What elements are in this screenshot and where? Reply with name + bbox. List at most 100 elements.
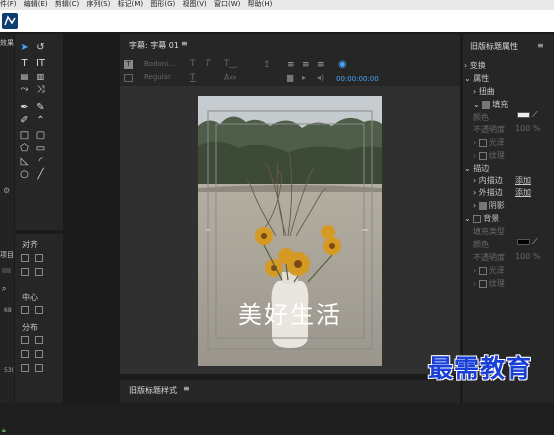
texture-checkbox[interactable] xyxy=(478,151,487,160)
fill-opacity-value[interactable]: 100 % xyxy=(515,124,540,133)
transform-row[interactable]: › 变换 xyxy=(464,60,486,71)
title-templates-icon[interactable] xyxy=(124,74,133,82)
play-icon[interactable]: ▸ xyxy=(302,73,306,82)
caption-text[interactable]: 美好生活 xyxy=(198,298,382,332)
menu-window[interactable]: 窗口(W) xyxy=(214,0,240,8)
rectangle-tool-icon[interactable]: □ xyxy=(19,130,30,141)
font-style-select[interactable]: Regular xyxy=(144,73,184,83)
bg-texture-row[interactable]: › 纹理 xyxy=(473,278,505,289)
effects-tab[interactable]: 效果 xyxy=(0,38,14,48)
align-text-center-icon[interactable]: ≡ xyxy=(302,60,310,70)
eyedropper-icon[interactable]: ⟋ xyxy=(532,237,538,247)
selection-tool-icon[interactable]: ➤ xyxy=(19,42,30,53)
search-icon[interactable]: ⌕ xyxy=(2,284,6,294)
center-vertical-icon[interactable] xyxy=(35,306,43,314)
center-horizontal-icon[interactable] xyxy=(21,306,29,314)
thumbnail-icon xyxy=(2,268,11,273)
inner-stroke-add[interactable]: 添加 xyxy=(515,175,531,186)
distribute-top-icon[interactable] xyxy=(35,350,43,358)
distort-row[interactable]: › 扭曲 xyxy=(473,86,495,97)
title-styles-tab[interactable]: 旧版标题样式 xyxy=(129,385,177,396)
font-size-icon[interactable]: T‿ xyxy=(224,59,237,69)
shadow-row[interactable]: › 阴影 xyxy=(473,200,505,211)
bg-sheen-row[interactable]: › 光泽 xyxy=(473,265,505,276)
align-bottom-icon[interactable] xyxy=(35,268,43,276)
menu-marker[interactable]: 标记(M) xyxy=(118,0,144,8)
underline-icon[interactable]: T xyxy=(190,73,196,83)
background-color-swatch[interactable] xyxy=(517,239,530,245)
shadow-checkbox[interactable] xyxy=(478,201,487,210)
strokes-row[interactable]: ⌄ 描边 xyxy=(464,163,489,174)
tab-stops-icon[interactable]: ▆ xyxy=(287,73,293,82)
type-tool-icon[interactable]: T xyxy=(19,58,30,69)
fill-color-swatch[interactable] xyxy=(517,112,530,118)
menu-sequence[interactable]: 序列(S) xyxy=(86,0,110,8)
project-value-1: 68 xyxy=(4,307,12,314)
properties-menu-icon[interactable]: ≡ xyxy=(537,41,544,50)
bg-texture-checkbox[interactable] xyxy=(478,279,487,288)
pen-tool-icon[interactable]: ✒ xyxy=(19,102,30,113)
project-tab[interactable]: 项目 xyxy=(0,250,14,260)
align-left-icon[interactable] xyxy=(21,254,29,262)
menu-graphics[interactable]: 图形(G) xyxy=(150,0,175,8)
show-video-icon[interactable]: ◉ xyxy=(338,59,347,70)
bold-icon[interactable]: T xyxy=(190,59,196,69)
timecode[interactable]: 00:00:00:00 xyxy=(336,75,379,83)
title-panel-header: 字幕: 字幕 01 ≡ xyxy=(120,34,460,54)
fill-checkbox[interactable] xyxy=(482,100,491,109)
italic-icon[interactable]: T xyxy=(205,59,211,69)
distribute-bottom-icon[interactable] xyxy=(35,364,43,372)
vertical-area-type-tool-icon[interactable]: ▥ xyxy=(35,71,46,82)
background-opacity-value[interactable]: 100 % xyxy=(515,252,540,261)
arc-tool-icon[interactable]: ◜ xyxy=(35,156,46,167)
distribute-center-icon[interactable] xyxy=(35,336,43,344)
delete-anchor-tool-icon[interactable]: ✐ xyxy=(19,115,30,126)
panel-menu-icon[interactable]: ≡ xyxy=(181,39,188,48)
line-tool-icon[interactable]: ╱ xyxy=(35,169,46,180)
rotate-tool-icon[interactable]: ↺ xyxy=(35,42,46,53)
fill-type-label: 填充类型 xyxy=(473,227,505,236)
background-checkbox[interactable] xyxy=(473,214,482,223)
align-center-icon[interactable] xyxy=(35,254,43,262)
styles-menu-icon[interactable]: ≡ xyxy=(183,384,190,393)
menu-clip[interactable]: 剪辑(C) xyxy=(55,0,79,8)
vertical-path-type-tool-icon[interactable]: ⤨ xyxy=(35,84,46,95)
new-title-icon[interactable]: T xyxy=(124,60,133,69)
outer-stroke-add[interactable]: 添加 xyxy=(515,187,531,198)
font-family-select[interactable]: Bodoni… xyxy=(144,60,184,70)
collapse-arrow-icon: ⌄ xyxy=(473,100,480,109)
clipped-corner-tool-icon[interactable]: ⬠ xyxy=(19,143,30,154)
distribute-right-icon[interactable] xyxy=(21,350,29,358)
eyedropper-icon[interactable]: ⟋ xyxy=(532,110,538,120)
sheen-row[interactable]: › 光泽 xyxy=(473,137,505,148)
menu-edit[interactable]: 编辑(E) xyxy=(24,0,48,8)
align-text-right-icon[interactable]: ≡ xyxy=(317,60,325,70)
baseline-icon[interactable]: ↥ xyxy=(263,60,271,70)
rounded-rectangle-tool-icon[interactable]: ▢ xyxy=(35,130,46,141)
rounded-corner-tool-icon[interactable]: ▭ xyxy=(35,143,46,154)
vertical-type-tool-icon[interactable]: IT xyxy=(35,58,46,69)
texture-row[interactable]: › 纹理 xyxy=(473,150,505,161)
fill-row[interactable]: ⌄ 填充 xyxy=(473,99,508,110)
tracking-icon[interactable]: A⇔ xyxy=(224,73,236,82)
wedge-tool-icon[interactable]: ◺ xyxy=(19,156,30,167)
ellipse-tool-icon[interactable]: ○ xyxy=(19,169,30,180)
bg-sheen-checkbox[interactable] xyxy=(478,266,487,275)
distribute-middle-icon[interactable] xyxy=(21,364,29,372)
properties-row[interactable]: ⌄ 属性 xyxy=(464,73,489,84)
convert-anchor-tool-icon[interactable]: ⌃ xyxy=(35,115,46,126)
tab-title[interactable]: 字幕: 字幕 01 xyxy=(129,40,179,51)
area-type-tool-icon[interactable]: ▤ xyxy=(19,71,30,82)
align-text-left-icon[interactable]: ≡ xyxy=(287,60,295,70)
menu-view[interactable]: 视图(V) xyxy=(182,0,206,8)
settings-icon[interactable]: ⚙ xyxy=(3,186,10,195)
background-row[interactable]: ⌄ 背景 xyxy=(464,213,499,224)
menu-file[interactable]: 件(F) xyxy=(0,0,17,8)
menu-help[interactable]: 帮助(H) xyxy=(248,0,273,8)
volume-icon[interactable]: ◂) xyxy=(317,73,324,82)
sheen-checkbox[interactable] xyxy=(478,138,487,147)
add-anchor-tool-icon[interactable]: ✎ xyxy=(35,102,46,113)
path-type-tool-icon[interactable]: ⤳ xyxy=(19,84,30,95)
distribute-left-icon[interactable] xyxy=(21,336,29,344)
align-top-icon[interactable] xyxy=(21,268,29,276)
